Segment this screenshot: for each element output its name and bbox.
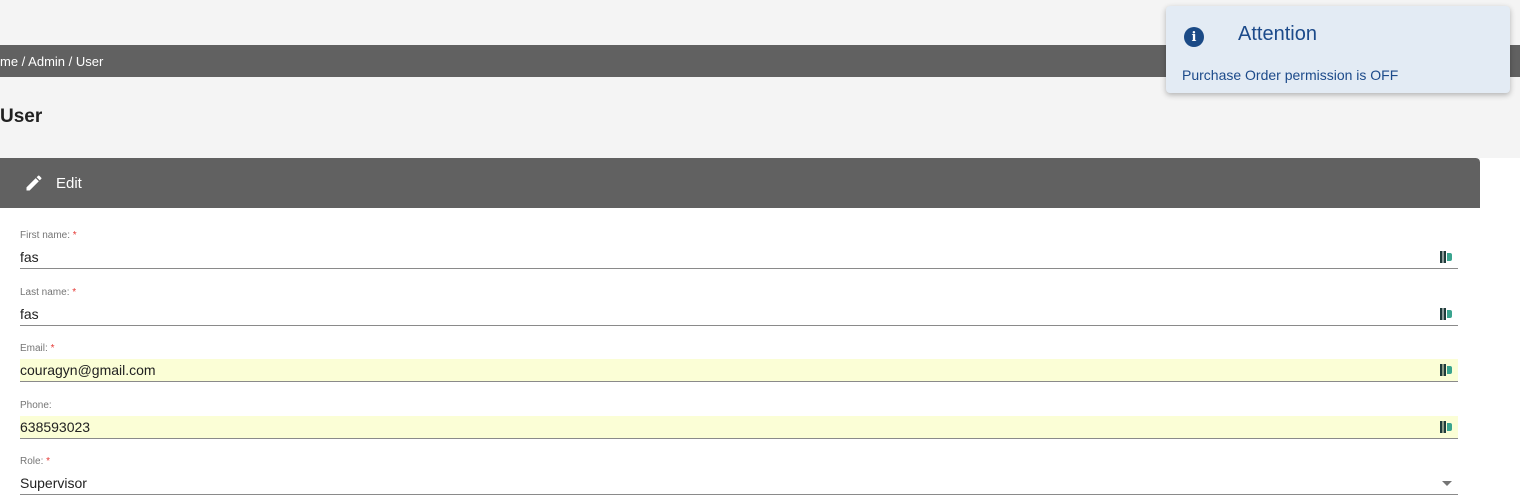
toast-message: Purchase Order permission is OFF — [1182, 67, 1399, 83]
password-manager-icon[interactable] — [1440, 250, 1452, 264]
phone-input[interactable]: 638593023 — [20, 416, 1458, 439]
email-input[interactable]: couragyn@gmail.com — [20, 359, 1458, 382]
required-mark: * — [72, 287, 77, 298]
first-name-value: fas — [20, 249, 39, 265]
phone-value: 638593023 — [20, 419, 91, 435]
info-icon: i — [1184, 27, 1204, 47]
required-mark: * — [50, 343, 55, 354]
first-name-input[interactable]: fas — [20, 246, 1458, 269]
role-label: Role: — [20, 456, 44, 467]
last-name-input[interactable]: fas — [20, 303, 1458, 326]
toast-title: Attention — [1238, 23, 1317, 45]
page-title: User — [0, 106, 43, 127]
role-field: Role: * Supervisor — [20, 455, 1458, 495]
card-header-label: Edit — [56, 174, 82, 192]
dropdown-arrow-icon[interactable] — [1442, 481, 1452, 486]
scroll-gutter — [1480, 158, 1520, 500]
last-name-value: fas — [20, 306, 39, 322]
first-name-label: First name: — [20, 230, 71, 241]
password-manager-icon[interactable] — [1440, 420, 1452, 434]
role-select[interactable]: Supervisor — [20, 472, 1458, 495]
email-field: Email: * couragyn@gmail.com — [20, 342, 1458, 382]
attention-toast[interactable]: i Attention Purchase Order permission is… — [1166, 6, 1510, 93]
email-value: couragyn@gmail.com — [20, 362, 156, 378]
required-mark: * — [46, 456, 51, 467]
phone-field: Phone: 638593023 — [20, 399, 1458, 439]
last-name-label: Last name: — [20, 287, 70, 298]
last-name-field: Last name: * fas — [20, 286, 1458, 326]
email-label: Email: — [20, 343, 48, 354]
pencil-icon — [24, 173, 44, 193]
breadcrumb: me / Admin / User — [0, 53, 104, 69]
password-manager-icon[interactable] — [1440, 307, 1452, 321]
password-manager-icon[interactable] — [1440, 363, 1452, 377]
edit-card: Edit First name: * fas Last name: * fas — [0, 158, 1480, 500]
first-name-field: First name: * fas — [20, 229, 1458, 269]
required-mark: * — [72, 230, 77, 241]
card-header: Edit — [0, 158, 1480, 208]
phone-label: Phone: — [20, 400, 52, 411]
role-value: Supervisor — [20, 475, 87, 491]
